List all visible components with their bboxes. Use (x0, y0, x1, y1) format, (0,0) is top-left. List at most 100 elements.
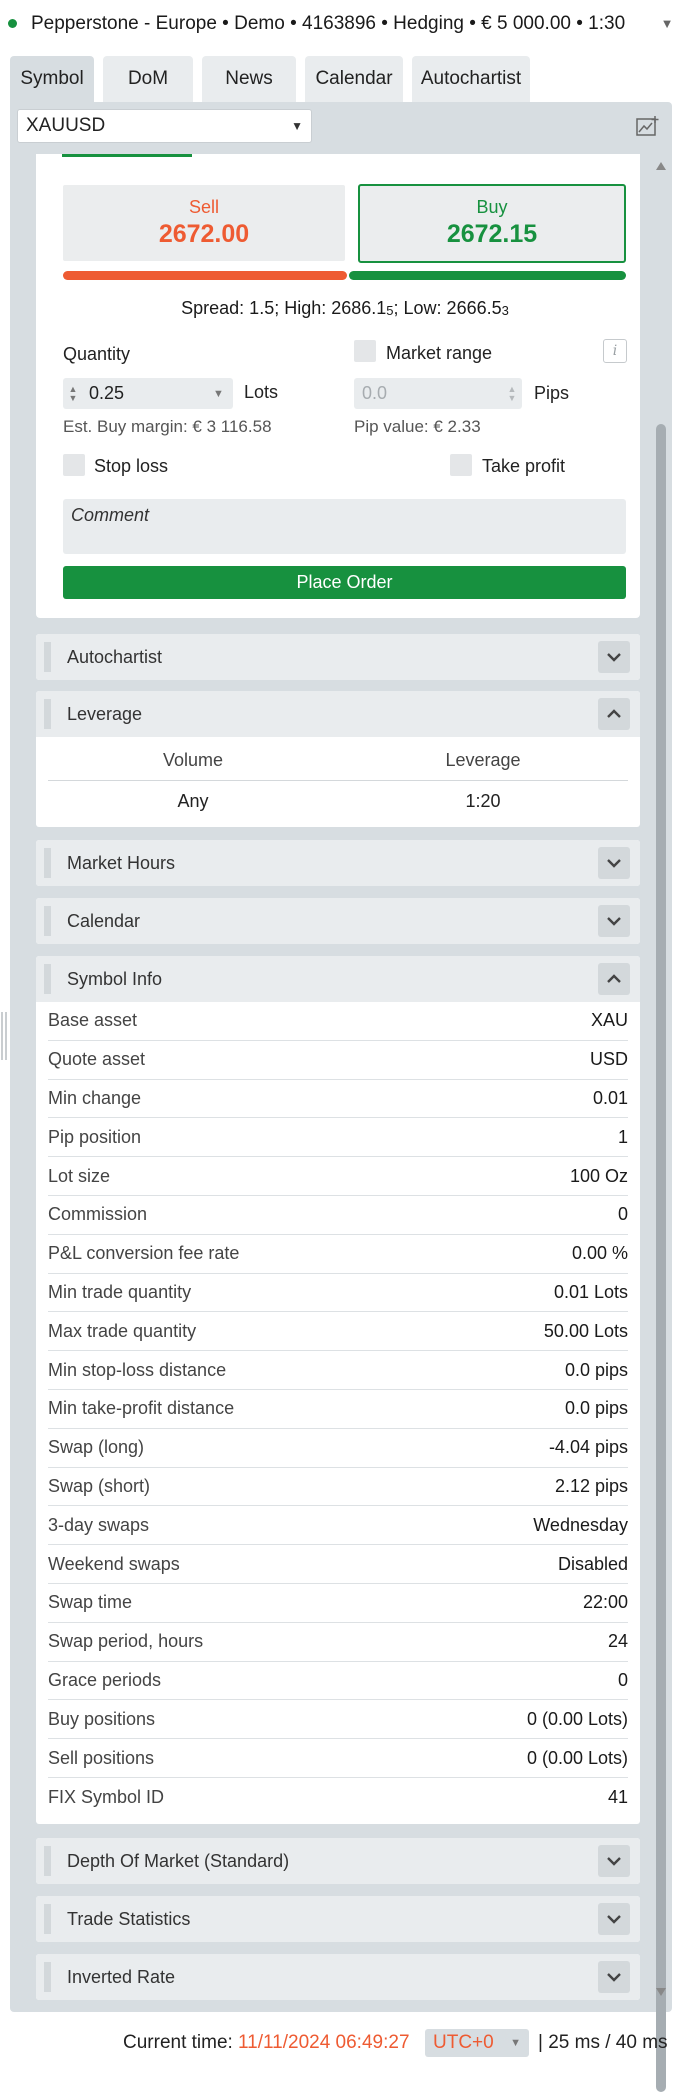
section-autochartist: Autochartist (36, 634, 640, 680)
collapse-toggle[interactable] (598, 698, 630, 730)
tab-dom[interactable]: DoM (103, 56, 193, 102)
spread-high-text: Spread: 1.5; High: 2686.1 (181, 298, 387, 318)
stop-loss-label: Stop loss (94, 456, 169, 476)
collapse-toggle[interactable] (598, 963, 630, 995)
section-header-calendar[interactable]: Calendar (36, 898, 640, 944)
order-card: Sell 2672.00 Buy 2672.15 Spread: 1.5; Hi… (36, 154, 640, 618)
take-profit-checkbox[interactable] (450, 454, 472, 476)
stop-loss-checkbox[interactable] (63, 454, 85, 476)
timezone-select[interactable]: UTC+0 ▼ (425, 2029, 529, 2057)
buy-label: Buy (476, 197, 508, 217)
table-row: Weekend swaps Disabled (48, 1545, 628, 1584)
table-row: P&L conversion fee rate 0.00 % (48, 1235, 628, 1274)
stepper-arrows-icon[interactable]: ▲ ▼ (63, 384, 83, 403)
table-row: FIX Symbol ID 41 (48, 1778, 628, 1817)
tab-news[interactable]: News (202, 56, 296, 102)
section-depth-of-market: Depth Of Market (Standard) (36, 1838, 640, 1884)
lots-label: Lots (244, 382, 279, 402)
chevron-down-icon (607, 1915, 621, 1924)
scrollbar-thumb[interactable] (656, 424, 666, 2092)
panel-scroll-content[interactable]: Sell 2672.00 Buy 2672.15 Spread: 1.5; Hi… (26, 154, 644, 2004)
sell-label: Sell (188, 197, 219, 217)
panel-resize-handle[interactable] (1, 1012, 9, 1060)
section-header-trade-statistics[interactable]: Trade Statistics (36, 1896, 640, 1942)
chevron-up-icon (607, 974, 621, 983)
info-value: 0.01 (592, 1087, 628, 1108)
buy-button[interactable]: Buy 2672.15 (358, 184, 626, 263)
section-header-symbol-info[interactable]: Symbol Info (36, 956, 640, 1002)
popout-chart-button[interactable] (634, 112, 662, 140)
expand-toggle[interactable] (598, 847, 630, 879)
section-header-inverted-rate[interactable]: Inverted Rate (36, 1954, 640, 2000)
info-key: Quote asset (48, 1049, 146, 1070)
sell-button[interactable]: Sell 2672.00 (63, 185, 345, 261)
market-range-checkbox[interactable] (354, 340, 376, 362)
expand-toggle[interactable] (598, 1961, 630, 1993)
info-key: Swap (long) (48, 1437, 145, 1458)
spread-low-text: ; Low: 2666.5 (393, 298, 502, 318)
table-row: Sell positions 0 (0.00 Lots) (48, 1739, 628, 1778)
symbol-info-table: Base asset XAU Quote asset USD Min change 0.0… (48, 1002, 628, 1817)
table-row: Quote asset USD (48, 1041, 628, 1080)
expand-toggle[interactable] (598, 641, 630, 673)
info-key: Commission (48, 1204, 148, 1225)
section-header-autochartist[interactable]: Autochartist (36, 634, 640, 680)
section-header-leverage[interactable]: Leverage (36, 691, 640, 737)
estimated-margin: Est. Buy margin: € 3 116.58 (63, 417, 272, 436)
section-title: Market Hours (67, 852, 176, 873)
chevron-down-icon[interactable]: ▼ (213, 388, 233, 400)
place-order-button[interactable]: Place Order (63, 566, 626, 599)
status-bar: Current time: 11/11/2024 06:49:27 UTC+0 ▼… (0, 2025, 682, 2059)
chevron-down-icon (607, 859, 621, 868)
tab-autochartist[interactable]: Autochartist (412, 56, 530, 102)
info-key: Min stop-loss distance (48, 1359, 227, 1380)
info-value: 0.00 % (571, 1243, 628, 1264)
spread-info: Spread: 1.5; High: 2686.15; Low: 2666.53 (36, 298, 644, 319)
info-value: 0.0 pips (564, 1398, 628, 1419)
tab-symbol[interactable]: Symbol (10, 56, 94, 102)
connection-status-dot (8, 19, 17, 28)
chevron-down-icon (607, 1973, 621, 1982)
chevron-down-icon[interactable]: ▼ (652, 16, 682, 31)
table-cell: Any (177, 790, 209, 811)
info-value: 41 (607, 1786, 628, 1807)
section-marker (44, 964, 51, 994)
info-key: Grace periods (48, 1669, 162, 1690)
comment-field[interactable]: Comment (63, 499, 626, 554)
market-range-pips-input: 0.0 ▲ ▼ (354, 378, 522, 409)
leverage-header-row: Volume Leverage (48, 741, 628, 781)
section-symbol-info: Symbol Info Base asset XAU Quote asset USD M… (36, 956, 640, 1824)
info-icon[interactable]: i (603, 339, 627, 363)
section-trade-statistics: Trade Statistics (36, 1896, 640, 1942)
vertical-scrollbar[interactable] (653, 154, 669, 2092)
section-header-depth-of-market[interactable]: Depth Of Market (Standard) (36, 1838, 640, 1884)
section-inverted-rate: Inverted Rate (36, 1954, 640, 2000)
quantity-value: 0.25 (89, 383, 125, 403)
table-row: Min stop-loss distance 0.0 pips (48, 1351, 628, 1390)
scroll-up-arrow-icon[interactable] (656, 162, 666, 170)
buy-sentiment-bar (349, 271, 626, 280)
info-key: Max trade quantity (48, 1320, 197, 1341)
info-key: Weekend swaps (48, 1553, 180, 1574)
info-value: Wednesday (533, 1514, 628, 1535)
account-bar[interactable]: Pepperstone - Europe • Demo • 4163896 • … (0, 0, 682, 47)
quantity-stepper[interactable]: ▲ ▼ 0.25 ▼ (63, 378, 233, 409)
symbol-select-value: XAUUSD (26, 115, 106, 136)
info-key: Base asset (48, 1010, 138, 1031)
section-header-market-hours[interactable]: Market Hours (36, 840, 640, 886)
symbol-select[interactable]: XAUUSD ▼ (17, 109, 312, 143)
expand-toggle[interactable] (598, 1845, 630, 1877)
chevron-up-icon (607, 709, 621, 718)
chevron-down-icon (607, 1857, 621, 1866)
expand-toggle[interactable] (598, 1903, 630, 1935)
table-row: 3-day swaps Wednesday (48, 1506, 628, 1546)
table-row: Grace periods 0 (48, 1662, 628, 1701)
section-leverage: Leverage Volume Leverage Any 1:20 (36, 691, 640, 827)
info-value: 22:00 (582, 1592, 628, 1613)
tab-calendar[interactable]: Calendar (305, 56, 403, 102)
stepper-arrows-icon: ▲ ▼ (507, 383, 517, 403)
info-value: 0 (0.00 Lots) (526, 1708, 628, 1729)
table-row: Swap (long) -4.04 pips (48, 1429, 628, 1468)
scroll-down-arrow-icon[interactable] (656, 1988, 666, 1996)
expand-toggle[interactable] (598, 905, 630, 937)
